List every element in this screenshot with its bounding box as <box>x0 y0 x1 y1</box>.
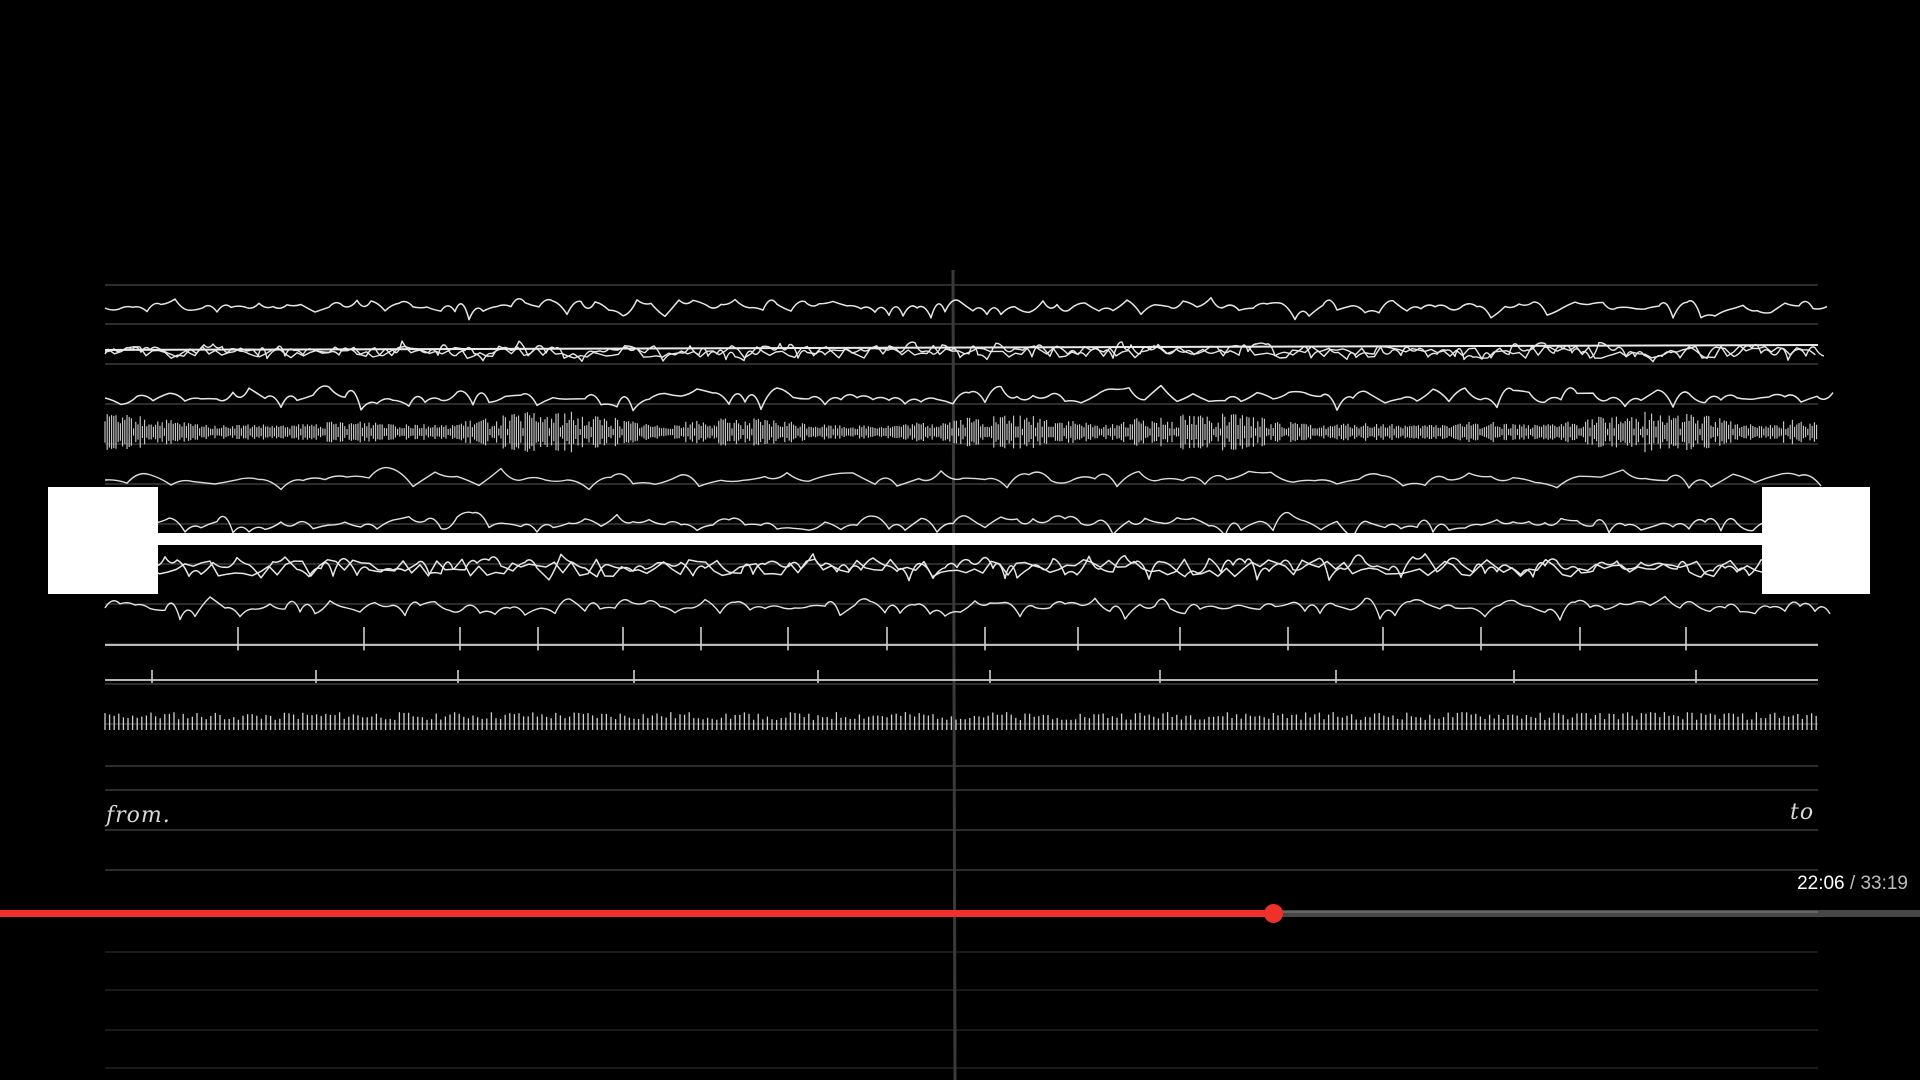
tally-marks <box>104 712 1817 730</box>
from-label: from. <box>106 803 171 828</box>
scribble-line <box>104 466 1822 491</box>
handwriting-scribbles <box>104 296 1834 621</box>
waveform-scribble <box>104 411 1818 453</box>
scribble-line <box>104 595 1831 621</box>
progress-scrubber-handle[interactable] <box>1264 904 1283 923</box>
tick-mark-rows <box>104 627 1818 730</box>
right-marker-block <box>1762 487 1870 594</box>
to-label: to <box>1790 800 1815 825</box>
progress-played <box>0 910 1273 917</box>
duration: 33:19 <box>1860 873 1908 894</box>
video-player[interactable]: from. to 22:06 / 33:19 <box>0 0 1920 1080</box>
scribble-line <box>104 296 1828 321</box>
notebook-ruled-lines <box>105 284 1818 1069</box>
time-display: 22:06 / 33:19 <box>1797 873 1908 895</box>
left-marker-block <box>48 487 158 594</box>
scribble-line <box>104 553 1822 582</box>
time-separator: / <box>1849 873 1856 894</box>
page-fold <box>951 269 957 1080</box>
video-frame <box>48 269 1870 1080</box>
scribble-line <box>104 340 1825 363</box>
highlight-bar <box>158 533 1762 545</box>
current-time: 22:06 <box>1797 873 1845 894</box>
progress-bar[interactable] <box>0 904 1920 923</box>
scribble-line <box>104 384 1834 412</box>
